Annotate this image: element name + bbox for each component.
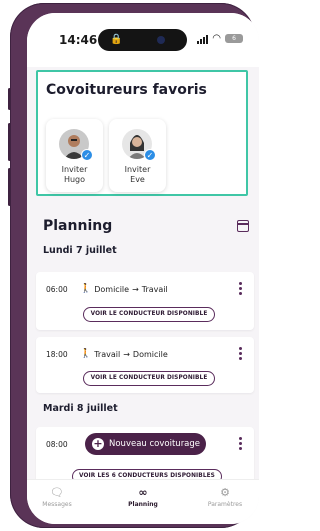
favorite-card-eve[interactable]: ✓ Inviter Eve (109, 119, 166, 192)
tab-label: Planning (128, 501, 158, 508)
more-options-icon[interactable] (239, 437, 242, 450)
arrow-icon: → (132, 284, 139, 294)
tab-planning[interactable]: ∞ Planning (113, 486, 173, 508)
favorites-title: Covoitureurs favoris (46, 82, 207, 98)
planning-title: Planning (43, 218, 113, 234)
status-icons: ◠ 6 (197, 33, 243, 44)
tab-settings[interactable]: ⚙ Paramètres (195, 486, 255, 508)
favorite-card-hugo[interactable]: ✓ Inviter Hugo (46, 119, 103, 192)
trip-to: Travail (141, 284, 168, 294)
trip-time: 08:00 (46, 440, 68, 449)
tab-bar: 🗨 Messages ∞ Planning ⚙ Paramètres (27, 479, 259, 524)
signal-icon (197, 34, 209, 44)
more-options-icon[interactable] (239, 347, 242, 360)
trip-route: 🚶 Domicile → Travail (80, 284, 168, 294)
app-screen: 14:46 🔒 ◠ 6 Covoitureurs favoris ✓ Invit… (27, 13, 259, 524)
trip-time: 18:00 (46, 350, 68, 359)
plus-icon: + (92, 437, 104, 450)
phone-volume-button (8, 168, 11, 206)
phone-frame: 14:46 🔒 ◠ 6 Covoitureurs favoris ✓ Invit… (8, 3, 259, 528)
favorite-name: Hugo (63, 175, 86, 184)
phone-side-button (8, 88, 11, 110)
planning-icon: ∞ (138, 486, 148, 499)
trip-from: Travail (94, 349, 121, 359)
walking-icon: 🚶 (80, 349, 92, 359)
trip-from: Domicile (94, 284, 130, 294)
day-label: Lundi 7 juillet (43, 245, 117, 256)
lock-icon: 🔒 (110, 34, 123, 45)
tab-messages[interactable]: 🗨 Messages (27, 486, 87, 508)
walking-icon: 🚶 (80, 284, 92, 294)
phone-volume-button (8, 123, 11, 161)
favorite-label: Inviter (61, 165, 88, 174)
tab-label: Messages (42, 501, 72, 508)
status-bar: 14:46 🔒 ◠ 6 (27, 13, 259, 67)
new-carpool-button[interactable]: + Nouveau covoiturage (85, 433, 206, 455)
day-label: Mardi 8 juillet (43, 403, 118, 414)
view-driver-button[interactable]: VOIR LE CONDUCTEUR DISPONIBLE (83, 371, 215, 386)
view-driver-button[interactable]: VOIR LE CONDUCTEUR DISPONIBLE (83, 307, 215, 322)
camera-icon (157, 36, 165, 44)
more-options-icon[interactable] (239, 282, 242, 295)
verified-icon: ✓ (81, 149, 93, 161)
status-time: 14:46 (59, 33, 98, 47)
chat-icon: 🗨 (50, 486, 64, 499)
dynamic-island: 🔒 (98, 29, 187, 51)
trip-route: 🚶 Travail → Domicile (80, 349, 168, 359)
battery-icon: 6 (225, 34, 243, 43)
calendar-icon[interactable] (237, 220, 249, 232)
new-carpool-label: Nouveau covoiturage (109, 439, 201, 449)
trip-time: 06:00 (46, 285, 68, 294)
trip-card[interactable]: 06:00 🚶 Domicile → Travail VOIR LE CONDU… (36, 272, 254, 330)
gear-icon: ⚙ (220, 486, 230, 499)
trip-to: Domicile (132, 349, 168, 359)
tab-label: Paramètres (207, 501, 243, 508)
trip-card[interactable]: 18:00 🚶 Travail → Domicile VOIR LE CONDU… (36, 337, 254, 393)
favorite-label: Inviter (124, 165, 151, 174)
wifi-icon: ◠ (212, 33, 221, 44)
favorites-section: Covoitureurs favoris ✓ Inviter Hugo ✓ In… (36, 70, 248, 196)
favorite-name: Eve (130, 175, 145, 184)
arrow-icon: → (123, 349, 130, 359)
verified-icon: ✓ (144, 149, 156, 161)
